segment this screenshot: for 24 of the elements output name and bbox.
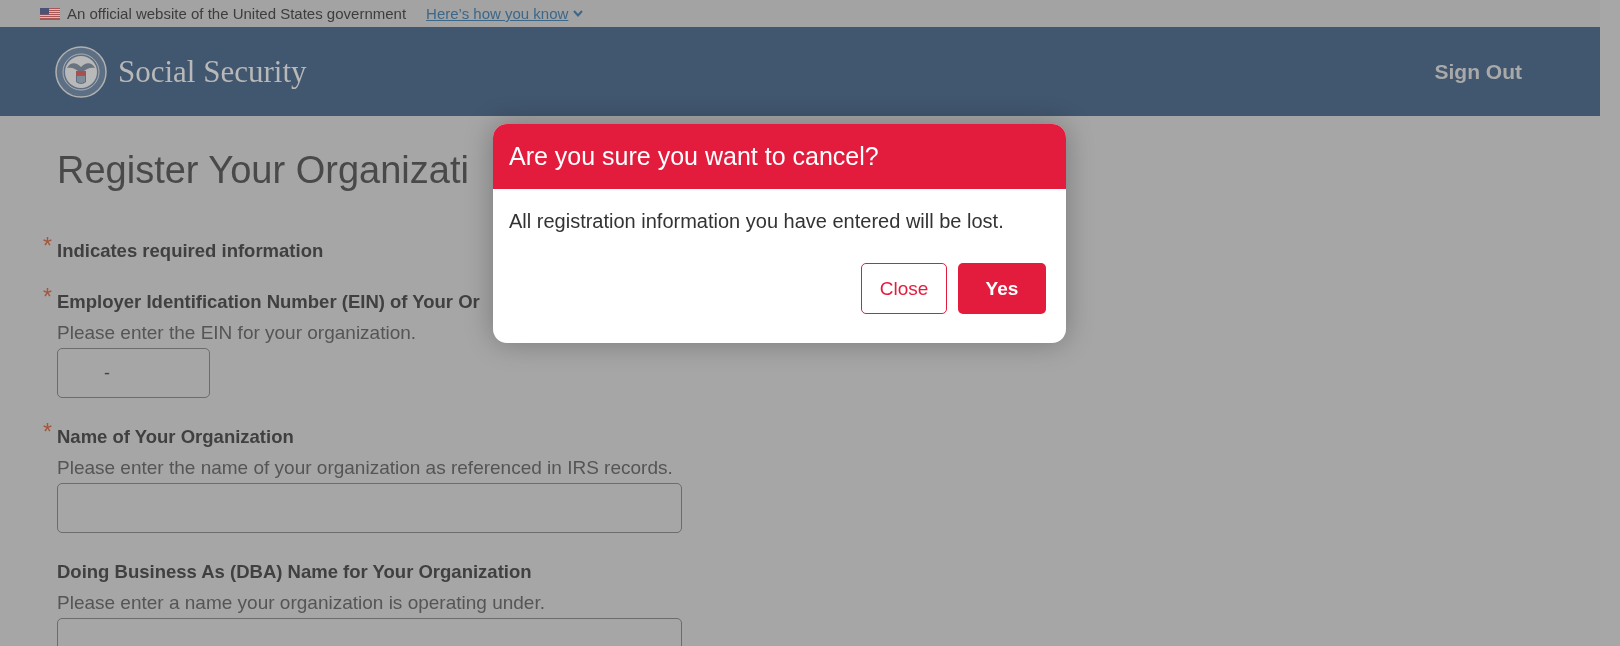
field-label: Name of Your Organization (57, 425, 294, 449)
required-asterisk: * (43, 235, 52, 261)
required-note: Indicates required information (57, 239, 324, 263)
page-title: Register Your Organizati (57, 149, 469, 191)
input-field[interactable] (57, 483, 682, 533)
chevron-down-icon[interactable] (573, 10, 584, 17)
field-help: Please enter the EIN for your organization. (57, 321, 417, 345)
official-site-text: An official website of the United States government (67, 5, 407, 22)
input-field[interactable]: - (57, 348, 210, 398)
field-help: Please enter a name your organization is operating under. (57, 591, 545, 615)
dialog-message: All registration information you have entered will be lost. (509, 209, 1004, 234)
confirm-button[interactable]: Yes (958, 263, 1046, 314)
flag-icon (40, 7, 60, 20)
sign-out-button[interactable]: Sign Out (1434, 59, 1522, 84)
seal-logo[interactable] (55, 45, 107, 98)
field-help: Please enter the name of your organization as referenced in IRS records. (57, 456, 673, 480)
required-asterisk: * (43, 286, 52, 312)
field-label: Employer Identification Number (EIN) of Your Or (57, 290, 480, 314)
close-button[interactable]: Close (861, 263, 947, 314)
dialog-title: Are you sure you want to cancel? (493, 124, 1066, 189)
site-name: Social Security (118, 53, 307, 90)
field-label: Doing Business As (DBA) Name for Your Organization (57, 560, 532, 584)
how-you-know-link[interactable]: Here’s how you know (426, 5, 569, 22)
required-asterisk: * (43, 421, 52, 447)
